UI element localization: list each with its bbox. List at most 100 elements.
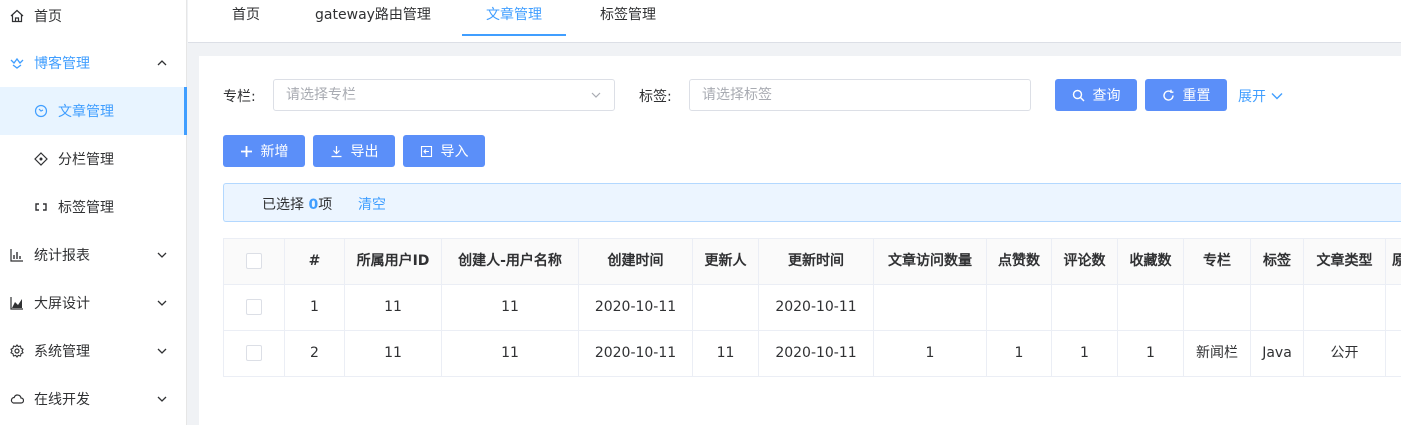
table-cell: 11 [345,285,442,330]
column-header[interactable]: 点赞数 [987,239,1052,284]
row-checkbox[interactable] [246,299,262,315]
column-header[interactable]: 原 [1386,239,1401,284]
table-cell [1251,285,1304,330]
table-cell: 2020-10-11 [579,331,693,376]
import-icon [420,145,433,158]
sidebar-item-blog[interactable]: 博客管理 [0,39,187,87]
search-icon [1072,89,1085,102]
select-all-checkbox[interactable] [246,253,262,269]
clear-selection-link[interactable]: 清空 [358,194,386,214]
table-cell: 2020-10-11 [759,331,874,376]
table-cell [987,285,1052,330]
article-icon [34,104,48,118]
sidebar-item-tag[interactable]: 标签管理 [0,183,187,231]
table-cell: 新闻栏 [1184,331,1251,376]
sidebar-item-label: 文章管理 [58,104,114,120]
sidebar-item-label: 大屏设计 [34,296,90,312]
tab-tag[interactable]: 标签管理 [592,0,664,36]
sidebar: 首页 博客管理 文章管理 分栏管理 标签管理 统计报表 大屏设计 系统管理 在线… [0,0,187,425]
table-cell: 1 [1052,331,1118,376]
plus-icon [240,145,253,158]
table-row[interactable]: 2 11 11 2020-10-11 11 2020-10-11 1 1 1 1… [224,331,1401,377]
table-cell [874,285,987,330]
export-button-label: 导出 [350,143,379,159]
table-header-row: # 所属用户ID 创建人-用户名称 创建时间 更新人 更新时间 文章访问数量 点… [224,239,1401,285]
expand-button-label: 展开 [1238,89,1266,105]
table-cell: 2020-10-11 [759,285,874,330]
table-cell [693,285,759,330]
gear-icon [10,344,24,358]
stats-icon [10,248,24,262]
column-header[interactable]: 标签 [1251,239,1304,284]
selection-count: 0 [308,197,319,213]
chevron-down-icon [157,252,167,258]
chevron-down-icon [157,396,167,402]
table-cell: 2020-10-11 [579,285,693,330]
table-row[interactable]: 1 11 11 2020-10-11 2020-10-11 [224,285,1401,331]
column-header[interactable]: 文章访问数量 [874,239,987,284]
column-header[interactable]: 专栏 [1184,239,1251,284]
chevron-up-icon [157,60,167,66]
column-header[interactable]: # [285,239,345,284]
table-cell: 11 [442,331,579,376]
import-button-label: 导入 [440,143,469,159]
sidebar-item-screen[interactable]: 大屏设计 [0,279,187,327]
sidebar-item-article[interactable]: 文章管理 [0,87,187,135]
column-header[interactable]: 创建人-用户名称 [442,239,579,284]
column-label: 专栏: [223,89,256,105]
table-cell: 1 [987,331,1052,376]
sidebar-item-dev[interactable]: 在线开发 [0,375,187,423]
sidebar-item-column[interactable]: 分栏管理 [0,135,187,183]
table-cell: 1 [1118,331,1184,376]
column-header[interactable]: 收藏数 [1118,239,1184,284]
chevron-down-icon [157,348,167,354]
tab-home[interactable]: 首页 [217,0,275,36]
selection-alert: 已选择 0项 清空 [223,183,1401,222]
table-cell: 1 [874,331,987,376]
table-cell: 11 [442,285,579,330]
export-button[interactable]: 导出 [313,135,395,167]
tag-icon [34,200,48,214]
tag-select-placeholder: 请选择标签 [702,87,772,103]
column-select-placeholder: 请选择专栏 [286,87,356,103]
import-button[interactable]: 导入 [403,135,485,167]
query-button[interactable]: 查询 [1055,79,1137,111]
column-header[interactable]: 更新人 [693,239,759,284]
sidebar-item-system[interactable]: 系统管理 [0,327,187,375]
sidebar-item-label: 统计报表 [34,248,90,264]
column-header[interactable]: 更新时间 [759,239,874,284]
row-select-cell [224,285,285,330]
add-button-label: 新增 [260,143,289,159]
table-cell: 11 [693,331,759,376]
tab-article[interactable]: 文章管理 [462,0,566,36]
row-select-cell [224,331,285,376]
sidebar-item-label: 博客管理 [34,56,90,72]
column-select[interactable]: 请选择专栏 [273,79,615,111]
sidebar-item-stats[interactable]: 统计报表 [0,231,187,279]
row-checkbox[interactable] [246,345,262,361]
column-header[interactable]: 评论数 [1052,239,1118,284]
selection-info: 已选择 0项 [262,194,332,214]
select-all-cell [224,239,285,284]
table-cell [1184,285,1251,330]
sidebar-item-label: 首页 [34,9,62,25]
add-button[interactable]: 新增 [223,135,305,167]
table-cell: 公开 [1304,331,1386,376]
column-header[interactable]: 所属用户ID [345,239,442,284]
column-header[interactable]: 文章类型 [1304,239,1386,284]
selection-suffix: 项 [318,197,333,213]
table-cell: 1 [285,285,345,330]
chevron-down-icon [157,300,167,306]
tab-gateway[interactable]: gateway路由管理 [302,0,444,36]
sidebar-item-label: 系统管理 [34,344,90,360]
reset-button[interactable]: 重置 [1145,79,1227,111]
sidebar-item-home[interactable]: 首页 [0,0,187,40]
home-icon [10,9,24,23]
download-icon [330,145,343,158]
table-cell [1118,285,1184,330]
sidebar-item-label: 分栏管理 [58,152,114,168]
cloud-icon [10,392,24,406]
expand-button[interactable]: 展开 [1238,86,1284,106]
tag-select[interactable]: 请选择标签 [689,79,1031,111]
column-header[interactable]: 创建时间 [579,239,693,284]
